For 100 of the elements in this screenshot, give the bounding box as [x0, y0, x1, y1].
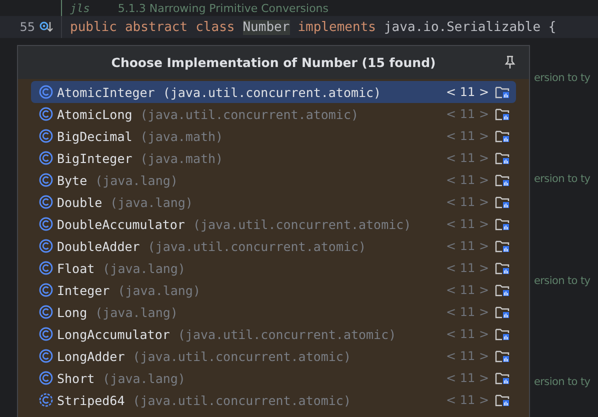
- class-name: Byte: [57, 172, 88, 188]
- implementation-item[interactable]: Short (java.lang) < 11 >: [31, 367, 516, 389]
- class-icon: [39, 261, 53, 275]
- class-icon: [39, 305, 53, 319]
- line-number: 55: [20, 20, 35, 34]
- implementation-item[interactable]: BigDecimal (java.math) < 11 >: [31, 125, 516, 147]
- class-name: BigInteger: [57, 150, 132, 166]
- package-name: (java.util.concurrent.atomic): [162, 84, 382, 100]
- library-folder-icon: [495, 349, 510, 363]
- package-name: (java.lang): [118, 282, 200, 298]
- library-folder-icon: [495, 85, 510, 99]
- comment-fragment: ersion to ty: [534, 376, 590, 388]
- class-name: DoubleAdder: [57, 238, 140, 254]
- class-icon: [39, 327, 53, 341]
- class-name: Float: [57, 260, 95, 276]
- class-icon: [39, 195, 53, 209]
- class-icon: [39, 283, 53, 297]
- class-name: Double: [57, 194, 102, 210]
- implementation-item[interactable]: Byte (java.lang) < 11 >: [31, 169, 516, 191]
- class-name: LongAccumulator: [57, 326, 170, 342]
- popup-title: Choose Implementation of Number (15 found): [111, 55, 436, 70]
- class-icon: [39, 349, 53, 363]
- implementation-item[interactable]: Striped64 (java.util.concurrent.atomic) < 11 >: [31, 389, 516, 411]
- class-name: LongAdder: [57, 348, 125, 364]
- jdk-version: < 11 >: [446, 393, 489, 407]
- jdk-version: < 11 >: [446, 261, 489, 275]
- pin-icon[interactable]: [503, 55, 517, 69]
- code-token: Number: [242, 20, 290, 34]
- library-folder-icon: [495, 217, 510, 231]
- package-name: (java.lang): [95, 304, 178, 320]
- library-folder-icon: [495, 107, 510, 121]
- class-icon: [39, 217, 53, 231]
- comment-fragment: ersion to ty: [534, 275, 590, 287]
- doc-comment: 5.1.3 Narrowing Primitive Conversions: [118, 2, 329, 14]
- class-icon: [39, 107, 53, 121]
- package-name: (java.lang): [102, 260, 186, 276]
- class-name: Striped64: [57, 392, 125, 408]
- comment-fragment: ersion to ty: [534, 173, 590, 185]
- implementation-item[interactable]: LongAccumulator (java.util.concurrent.atomic) < 11 >: [31, 323, 516, 345]
- library-folder-icon: [495, 283, 510, 297]
- code-token: class: [196, 20, 235, 34]
- class-icon: [39, 151, 53, 165]
- package-name: (java.util.concurrent.atomic): [132, 392, 351, 408]
- package-name: (java.math): [140, 150, 224, 166]
- class-icon: [39, 85, 53, 99]
- implementation-item[interactable]: Integer (java.lang) < 11 >: [31, 279, 516, 301]
- jdk-version: < 11 >: [446, 151, 489, 165]
- doc-tag: jls: [70, 2, 90, 14]
- package-name: (java.lang): [102, 370, 186, 386]
- jdk-version: < 11 >: [446, 349, 489, 363]
- jdk-version: < 11 >: [446, 239, 489, 253]
- implementation-item[interactable]: AtomicLong (java.util.concurrent.atomic) < 11 >: [31, 103, 516, 125]
- package-name: (java.lang): [110, 194, 193, 210]
- class-icon: [39, 371, 53, 385]
- library-folder-icon: [495, 129, 510, 143]
- jdk-version: < 11 >: [446, 85, 489, 99]
- class-name: BigDecimal: [57, 128, 132, 144]
- code-token: abstract: [124, 20, 188, 34]
- library-folder-icon: [495, 151, 510, 165]
- package-name: (java.util.concurrent.atomic): [192, 216, 412, 232]
- class-icon: [39, 239, 53, 253]
- class-name: Integer: [57, 282, 110, 298]
- jdk-version: < 11 >: [446, 305, 489, 319]
- implementation-item[interactable]: AtomicInteger (java.util.concurrent.atomic) < 11 >: [31, 81, 516, 103]
- implemented-marker-icon[interactable]: [39, 20, 53, 34]
- package-name: (java.util.concurrent.atomic): [178, 326, 396, 342]
- jdk-version: < 11 >: [446, 327, 489, 341]
- jdk-version: < 11 >: [446, 283, 489, 297]
- implementation-item[interactable]: Double (java.lang) < 11 >: [31, 191, 516, 213]
- jdk-version: < 11 >: [446, 217, 489, 231]
- library-folder-icon: [495, 371, 510, 385]
- library-folder-icon: [495, 305, 510, 319]
- implementation-item[interactable]: DoubleAccumulator (java.util.concurrent.atomic) < 11 >: [31, 213, 516, 235]
- library-folder-icon: [495, 195, 510, 209]
- implementation-item[interactable]: Long (java.lang) < 11 >: [31, 301, 516, 323]
- library-folder-icon: [495, 261, 510, 275]
- class-name: AtomicInteger: [57, 84, 155, 100]
- package-name: (java.util.concurrent.atomic): [140, 106, 359, 122]
- implementation-item[interactable]: BigInteger (java.math) < 11 >: [31, 147, 516, 169]
- code-token: java.io.Serializable {: [384, 20, 556, 34]
- jdk-version: < 11 >: [446, 107, 489, 121]
- jdk-version: < 11 >: [446, 173, 489, 187]
- class-name: Long: [57, 304, 88, 320]
- class-icon: [39, 129, 53, 143]
- jdk-version: < 11 >: [446, 195, 489, 209]
- implementation-item[interactable]: Float (java.lang) < 11 >: [31, 257, 516, 279]
- library-folder-icon: [495, 239, 510, 253]
- implementation-item[interactable]: DoubleAdder (java.util.concurrent.atomic) < 11 >: [31, 235, 516, 257]
- jdk-version: < 11 >: [446, 371, 489, 385]
- library-folder-icon: [495, 173, 510, 187]
- library-folder-icon: [495, 393, 510, 407]
- class-name: Short: [57, 370, 95, 386]
- package-name: (java.util.concurrent.atomic): [148, 238, 366, 254]
- package-name: (java.util.concurrent.atomic): [132, 348, 351, 364]
- class-icon: [39, 173, 53, 187]
- package-name: (java.math): [140, 128, 224, 144]
- library-folder-icon: [495, 327, 510, 341]
- class-name: DoubleAccumulator: [57, 216, 185, 232]
- code-token: public: [70, 20, 117, 34]
- implementation-item[interactable]: LongAdder (java.util.concurrent.atomic) < 11 >: [31, 345, 516, 367]
